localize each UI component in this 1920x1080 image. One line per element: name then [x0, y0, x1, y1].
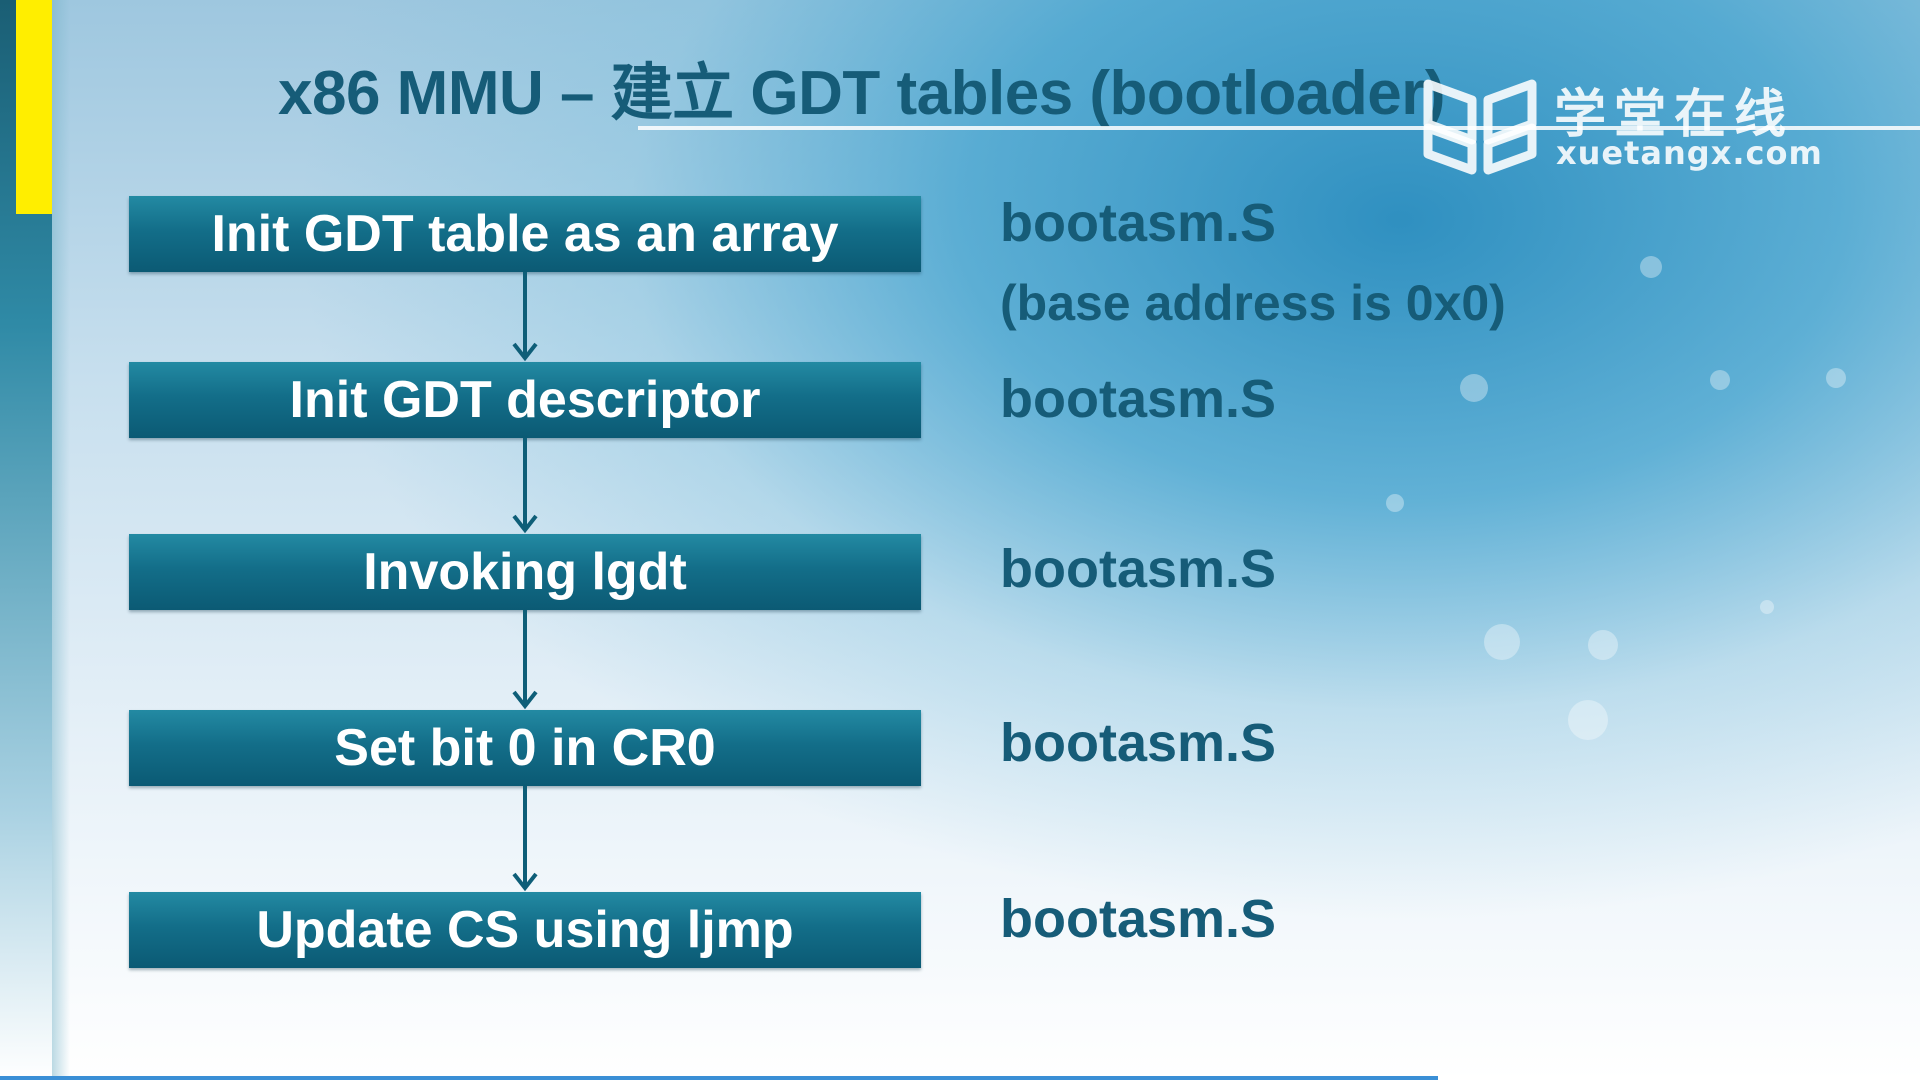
step-box-set-bit-cr0: Set bit 0 in CR0	[129, 710, 921, 786]
background-bubble	[1588, 630, 1618, 660]
flow-arrow	[512, 272, 538, 362]
background-bubble	[1386, 494, 1404, 512]
flow-arrow	[512, 786, 538, 892]
file-label: bootasm.S	[1000, 369, 1277, 429]
flow-arrow	[512, 438, 538, 534]
background-bubble	[1640, 256, 1662, 278]
open-book-icon	[1423, 79, 1537, 175]
bottom-rule	[0, 1076, 1438, 1080]
background-bubble	[1484, 624, 1520, 660]
yellow-accent-bar	[16, 0, 52, 214]
xuetangx-watermark: 学堂在线 xuetangx.com	[1420, 66, 1823, 186]
background-bubble	[1826, 368, 1846, 388]
slide-title: x86 MMU – 建立 GDT tables (bootloader)	[278, 59, 1446, 128]
left-strip-fade	[52, 0, 70, 1080]
background-bubble	[1710, 370, 1730, 390]
file-label: bootasm.S	[1000, 713, 1277, 773]
step-box-init-gdt-table: Init GDT table as an array	[129, 196, 921, 272]
flow-arrow	[512, 610, 538, 710]
step-box-init-gdt-descriptor: Init GDT descriptor	[129, 362, 921, 438]
step-box-invoking-lgdt: Invoking lgdt	[129, 534, 921, 610]
background-bubble	[1460, 374, 1488, 402]
step-box-update-cs: Update CS using ljmp	[129, 892, 921, 968]
file-label: bootasm.S	[1000, 539, 1277, 599]
watermark-domain: xuetangx.com	[1556, 134, 1823, 172]
background-bubble	[1568, 700, 1608, 740]
file-label: bootasm.S	[1000, 193, 1277, 253]
background-bubble	[1760, 600, 1774, 614]
file-label: bootasm.S	[1000, 889, 1277, 949]
base-address-note: (base address is 0x0)	[1000, 275, 1506, 331]
